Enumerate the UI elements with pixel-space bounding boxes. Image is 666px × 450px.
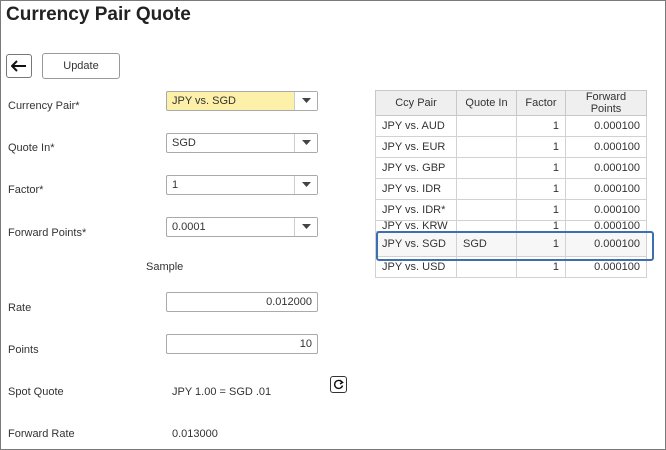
forward-points-select[interactable]: 0.0001 [166,217,318,237]
cell-quote-in [456,157,517,179]
column-header-factor[interactable]: Factor [516,90,566,116]
cell-factor: 1 [516,231,566,257]
cell-ccy-pair: JPY vs. IDR* [375,199,457,221]
back-button[interactable] [6,54,32,78]
factor-value: 1 [172,179,179,191]
forward-points-label: Forward Points* [8,227,87,239]
factor-label: Factor* [8,184,44,196]
page-title: Currency Pair Quote [6,4,191,25]
cell-quote-in: SGD [456,231,517,257]
quote-in-select[interactable]: SGD [166,133,318,153]
table-row[interactable]: JPY vs. KRW 1 0.000100 [375,220,647,232]
forward-rate-label: Forward Rate [8,428,75,440]
cell-forward-points: 0.000100 [565,220,647,232]
currency-pair-label: Currency Pair* [8,100,80,112]
rate-label: Rate [8,302,32,314]
rate-input[interactable]: 0.012000 [166,292,318,312]
column-header-quote-in[interactable]: Quote In [456,90,517,116]
cell-ccy-pair: JPY vs. AUD [375,115,457,137]
chevron-down-icon[interactable] [294,134,317,152]
cell-factor: 1 [516,220,566,232]
cell-forward-points: 0.000100 [565,199,647,221]
currency-pair-table: Ccy Pair Quote In Factor Forward Points … [375,90,647,278]
quote-in-value: SGD [172,137,196,149]
column-header-ccy-pair[interactable]: Ccy Pair [375,90,457,116]
cell-quote-in [456,199,517,221]
table-row[interactable]: JPY vs. EUR 1 0.000100 [375,136,647,158]
cell-forward-points: 0.000100 [565,178,647,200]
chevron-down-icon[interactable] [294,176,317,194]
forward-rate-value: 0.013000 [172,428,218,440]
cell-factor: 1 [516,178,566,200]
table-row[interactable]: JPY vs. USD 1 0.000100 [375,256,647,278]
cell-forward-points: 0.000100 [565,157,647,179]
forward-points-value: 0.0001 [172,221,206,233]
cell-factor: 1 [516,157,566,179]
cell-forward-points: 0.000100 [565,256,647,278]
points-value: 10 [299,338,312,350]
cell-quote-in [456,136,517,158]
spot-quote-value: JPY 1.00 = SGD .01 [172,386,272,398]
cell-ccy-pair: JPY vs. SGD [375,231,457,257]
cell-forward-points: 0.000100 [565,136,647,158]
rate-value: 0.012000 [266,296,312,308]
cell-forward-points: 0.000100 [565,115,647,137]
cell-ccy-pair: JPY vs. IDR [375,178,457,200]
cell-quote-in [456,220,517,232]
refresh-icon [334,379,344,390]
column-header-forward-points[interactable]: Forward Points [565,90,647,116]
table-header-row: Ccy Pair Quote In Factor Forward Points [375,90,647,116]
factor-select[interactable]: 1 [166,175,318,195]
quote-in-label: Quote In* [8,142,55,154]
table-row[interactable]: JPY vs. AUD 1 0.000100 [375,115,647,137]
spot-quote-label: Spot Quote [8,386,64,398]
sample-heading: Sample [146,261,184,273]
points-label: Points [8,344,39,356]
chevron-down-icon[interactable] [294,218,317,236]
currency-pair-value: JPY vs. SGD [172,95,236,107]
cell-factor: 1 [516,256,566,278]
arrow-left-icon [11,60,26,72]
refresh-button[interactable] [330,376,347,393]
cell-ccy-pair: JPY vs. EUR [375,136,457,158]
cell-quote-in [456,256,517,278]
table-row-selected[interactable]: JPY vs. SGD SGD 1 0.000100 [375,231,647,257]
table-row[interactable]: JPY vs. GBP 1 0.000100 [375,157,647,179]
points-input[interactable]: 10 [166,334,318,354]
cell-factor: 1 [516,136,566,158]
table-row[interactable]: JPY vs. IDR 1 0.000100 [375,178,647,200]
table-row[interactable]: JPY vs. IDR* 1 0.000100 [375,199,647,221]
cell-ccy-pair: JPY vs. GBP [375,157,457,179]
chevron-down-icon[interactable] [294,92,317,110]
cell-factor: 1 [516,199,566,221]
currency-pair-select[interactable]: JPY vs. SGD [166,91,318,111]
cell-ccy-pair: JPY vs. USD [375,256,457,278]
cell-quote-in [456,178,517,200]
cell-quote-in [456,115,517,137]
cell-factor: 1 [516,115,566,137]
cell-forward-points: 0.000100 [565,231,647,257]
update-button[interactable]: Update [42,53,120,79]
cell-ccy-pair: JPY vs. KRW [375,220,457,232]
